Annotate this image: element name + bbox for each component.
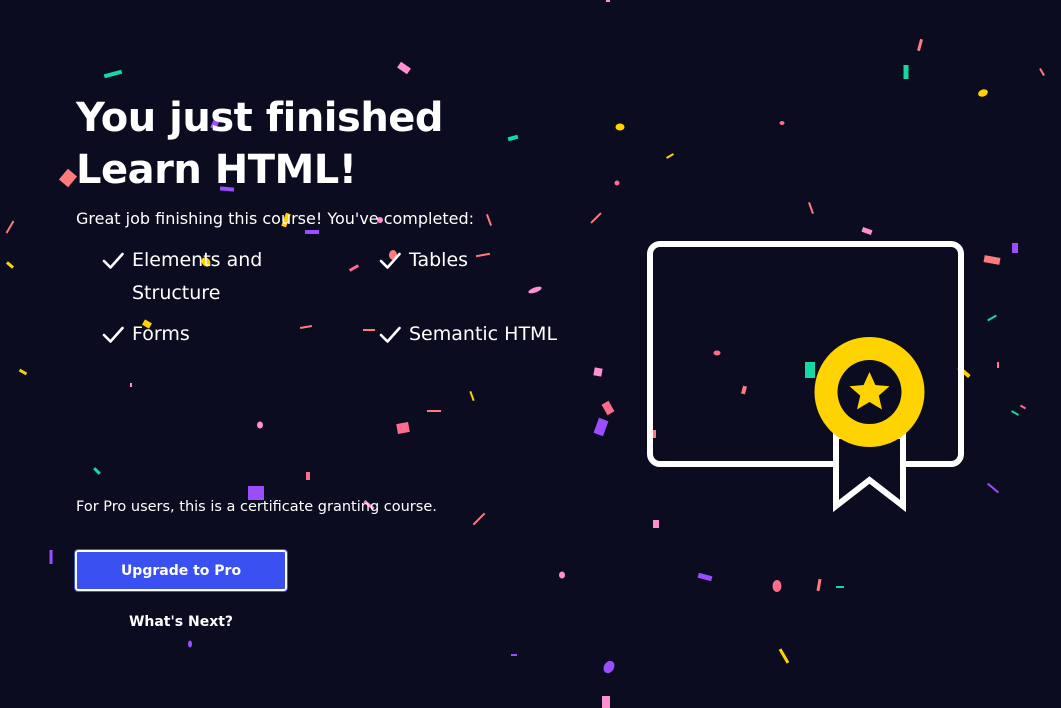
confetti-piece — [778, 648, 790, 664]
confetti-piece — [606, 0, 610, 2]
confetti-piece — [1012, 243, 1018, 253]
confetti-piece — [593, 417, 609, 437]
confetti-piece — [306, 472, 310, 480]
confetti-piece — [93, 467, 101, 475]
confetti-piece — [257, 421, 263, 429]
confetti-piece — [58, 168, 78, 188]
confetti-piece — [1011, 410, 1019, 416]
completed-item-elements-structure: Elements and Structure — [102, 249, 379, 310]
confetti-piece — [601, 400, 615, 416]
upgrade-to-pro-button[interactable]: Upgrade to Pro — [74, 549, 288, 592]
confetti-piece — [5, 261, 15, 269]
confetti-piece — [615, 123, 625, 131]
confetti-piece — [559, 571, 565, 579]
confetti-piece — [666, 153, 674, 159]
confetti-piece — [997, 362, 999, 368]
checkmark-icon — [102, 252, 124, 269]
confetti-piece — [916, 38, 924, 52]
completed-item-semantic-html: Semantic HTML — [379, 323, 579, 351]
confetti-piece — [396, 422, 410, 434]
completion-content: You just finished Learn HTML! Great job … — [76, 92, 596, 351]
completed-item-label: Elements and Structure — [132, 249, 263, 304]
confetti-piece — [978, 89, 988, 97]
confetti-piece — [772, 580, 782, 592]
confetti-piece — [808, 202, 814, 214]
confetti-piece — [836, 586, 844, 588]
checkmark-icon — [379, 326, 401, 343]
course-completion-page: You just finished Learn HTML! Great job … — [0, 0, 1061, 708]
confetti-piece — [697, 572, 713, 582]
confetti-piece — [602, 696, 610, 708]
confetti-piece — [987, 314, 997, 322]
confetti-piece — [816, 578, 822, 592]
confetti-piece — [188, 640, 192, 648]
confetti-piece — [5, 220, 15, 234]
completed-item-label: Forms — [132, 323, 190, 345]
completed-item-tables: Tables — [379, 249, 579, 310]
confetti-piece — [103, 69, 123, 79]
confetti-piece — [983, 255, 1001, 265]
whats-next-link[interactable]: What's Next? — [75, 614, 287, 630]
certificate-icon — [647, 241, 964, 513]
completed-item-label: Tables — [409, 249, 469, 271]
confetti-piece — [427, 410, 441, 412]
confetti-piece — [469, 390, 475, 402]
confetti-piece — [511, 654, 517, 656]
completed-lessons-list: Elements and Structure Tables Forms Sema… — [102, 249, 596, 351]
confetti-piece — [779, 121, 785, 125]
completion-headline: You just finished Learn HTML! — [76, 95, 444, 193]
confetti-piece — [603, 660, 615, 674]
confetti-piece — [986, 482, 1000, 494]
checkmark-icon — [379, 252, 401, 269]
confetti-piece — [1019, 404, 1027, 410]
completed-item-label: Semantic HTML — [409, 323, 558, 345]
pro-certificate-note: For Pro users, this is a certificate gra… — [76, 499, 437, 515]
confetti-piece — [903, 65, 909, 79]
confetti-piece — [861, 226, 873, 236]
completion-subtext: Great job finishing this course! You've … — [76, 209, 474, 228]
completed-item-forms: Forms — [102, 323, 379, 351]
confetti-piece — [1039, 68, 1045, 76]
checkmark-icon — [102, 326, 124, 343]
confetti-piece — [614, 180, 620, 186]
confetti-piece — [18, 368, 28, 376]
confetti-piece — [49, 550, 53, 564]
confetti-piece — [397, 61, 411, 75]
confetti-piece — [593, 367, 603, 377]
confetti-piece — [472, 512, 486, 526]
confetti-piece — [130, 383, 132, 387]
